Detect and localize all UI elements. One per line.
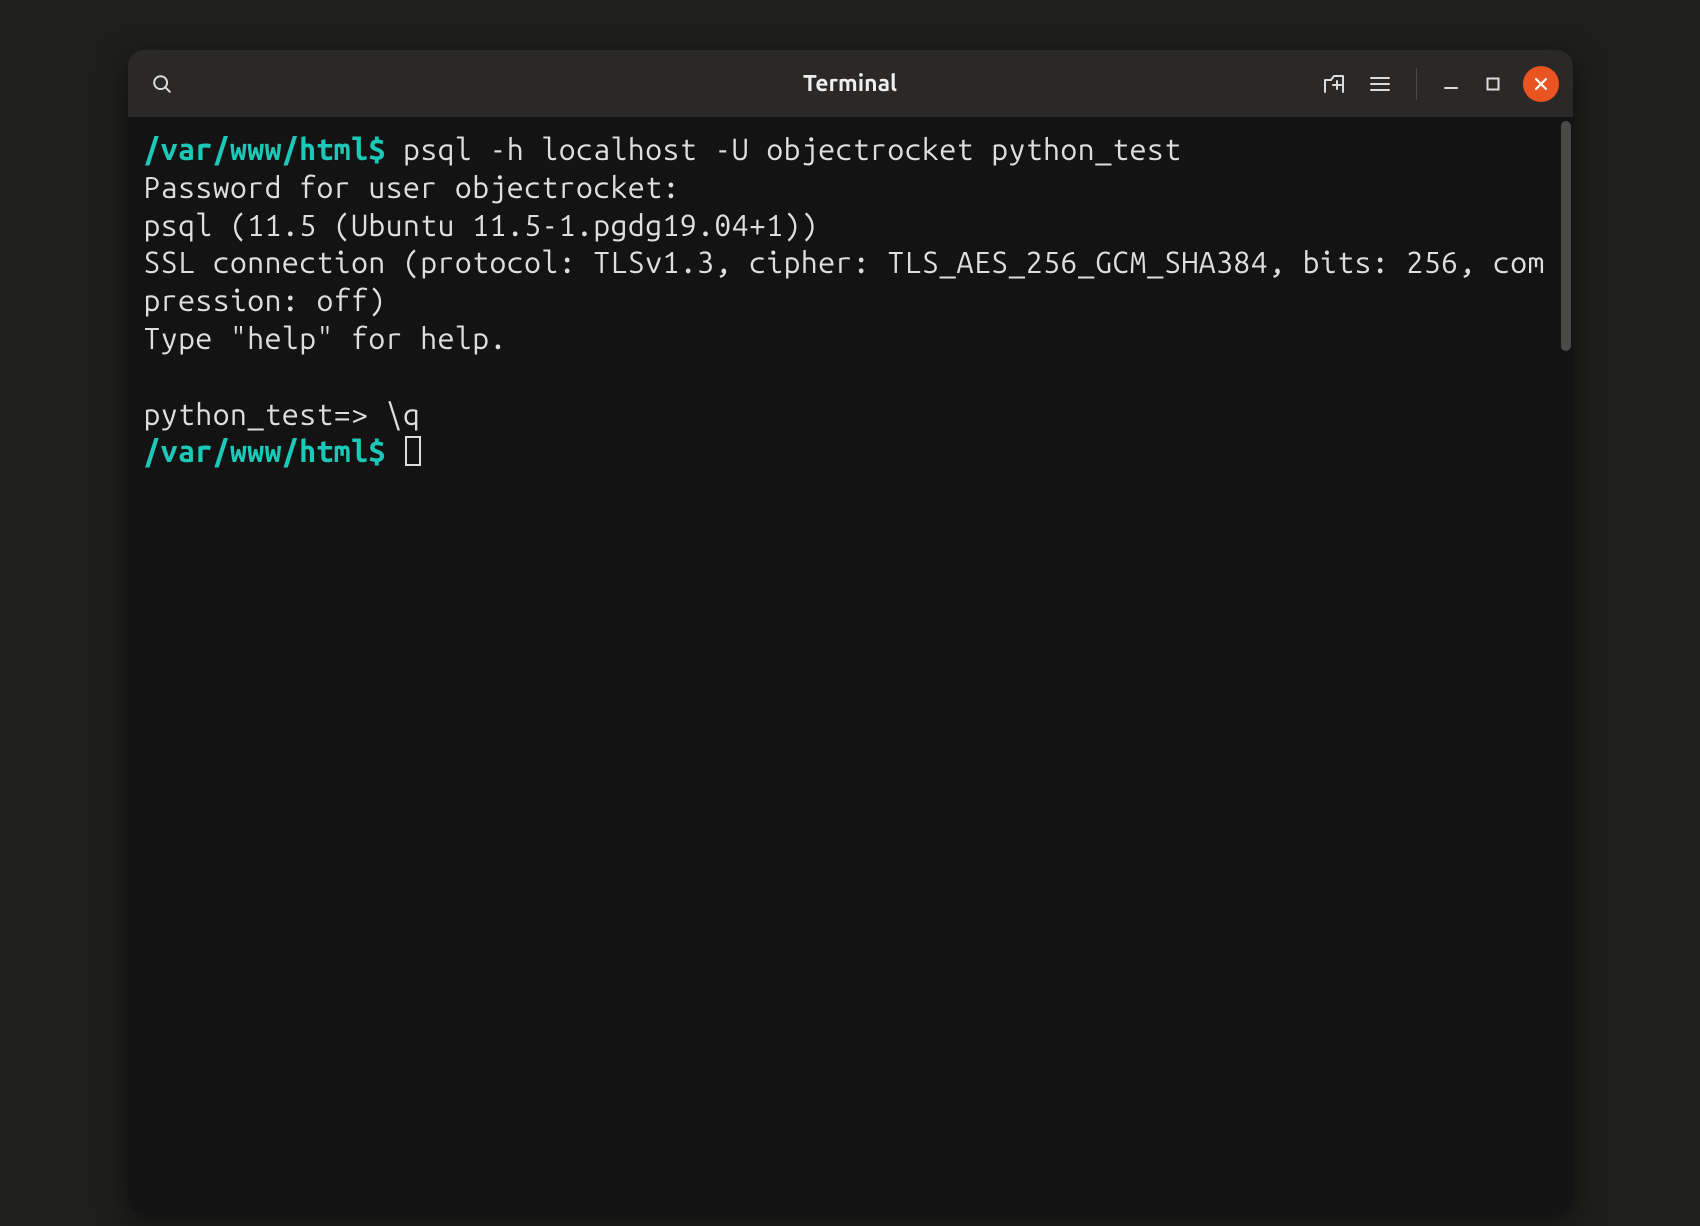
titlebar-divider	[1416, 68, 1417, 100]
titlebar-left	[142, 64, 182, 104]
minimize-button[interactable]	[1433, 66, 1469, 102]
output-line: Password for user objectrocket:	[144, 170, 680, 204]
window-title: Terminal	[803, 71, 897, 96]
output-line: psql (11.5 (Ubuntu 11.5-1.pgdg19.04+1))	[144, 208, 819, 242]
maximize-button[interactable]	[1475, 66, 1511, 102]
titlebar-right	[1314, 64, 1559, 104]
prompt-path: /var/www/html	[144, 434, 369, 468]
hamburger-menu-icon[interactable]	[1360, 64, 1400, 104]
prompt-symbol: $	[368, 132, 385, 166]
scrollbar[interactable]	[1561, 121, 1571, 351]
psql-command: \q	[386, 397, 421, 431]
output-line: Type "help" for help.	[144, 321, 507, 355]
output-line: SSL connection (protocol: TLSv1.3, ciphe…	[144, 245, 1545, 317]
search-icon[interactable]	[142, 64, 182, 104]
psql-prompt: python_test=>	[144, 397, 369, 431]
terminal-window: Terminal	[128, 50, 1573, 1215]
prompt-path: /var/www/html	[144, 132, 369, 166]
new-tab-icon[interactable]	[1314, 64, 1354, 104]
command-text: psql -h localhost -U objectrocket python…	[403, 132, 1182, 166]
prompt-symbol: $	[368, 434, 385, 468]
close-button[interactable]	[1523, 66, 1559, 102]
titlebar: Terminal	[128, 50, 1573, 117]
cursor	[405, 436, 421, 466]
terminal-content[interactable]: /var/www/html$ psql -h localhost -U obje…	[144, 131, 1557, 471]
terminal-body[interactable]: /var/www/html$ psql -h localhost -U obje…	[128, 117, 1573, 1215]
